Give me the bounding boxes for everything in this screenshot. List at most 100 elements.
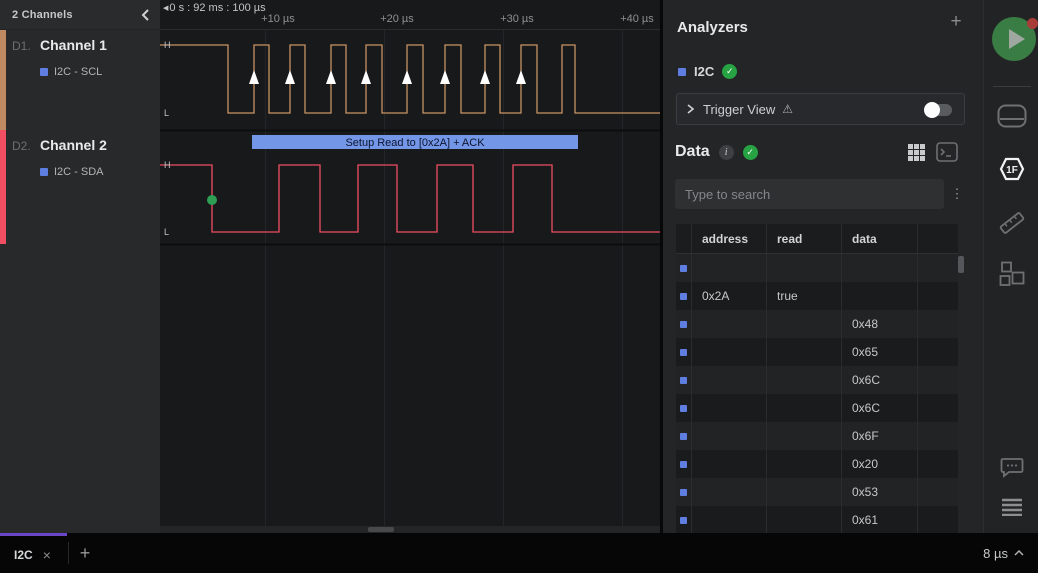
add-analyzer-button[interactable]: + [946,12,966,32]
hex-format-1f-icon: 1F [999,157,1024,181]
trigger-view-row[interactable]: Trigger View ⚠ [676,93,965,125]
search-options-menu[interactable]: ⋮ [950,184,964,204]
table-row[interactable]: 0x53 [676,478,958,506]
row-marker-cell [676,422,692,450]
cell-read [767,506,842,533]
tab-divider [68,542,69,564]
cursor-arrow-icon: ◀ [163,4,169,12]
horizontal-scrollbar[interactable] [160,526,660,533]
cell-data: 0x61 [842,506,918,533]
table-row[interactable]: 0x6C [676,394,958,422]
clock-edge-marker-icon [361,70,371,84]
toggle-knob [924,102,940,118]
info-icon[interactable]: i [718,144,734,160]
chevron-up-icon [1014,550,1024,556]
cell-address [692,310,767,338]
cell-read [767,450,842,478]
channel-row-2[interactable]: D2. Channel 2 I2C - SDA [0,130,160,244]
table-row[interactable]: 0x20 [676,450,958,478]
timeline-ruler[interactable]: ◀ 0 s : 92 ms : 100 µs +10 µs +20 µs +30 µ… [160,0,660,30]
display-radix-button[interactable]: 1F [984,155,1038,183]
table-row[interactable] [676,254,958,282]
header-cell-read[interactable]: read [767,224,842,253]
extensions-button[interactable] [984,261,1038,287]
cell-spacer [918,338,958,366]
cell-address [692,338,767,366]
feedback-button[interactable] [984,457,1038,479]
cell-read: true [767,282,842,310]
main-menu-button[interactable] [984,498,1038,516]
session-tab-bar: I2C × + 8 µs [0,533,1038,573]
cell-address [692,366,767,394]
frame-color-square [680,404,687,412]
cell-read [767,310,842,338]
cell-address [692,506,767,533]
cell-data: 0x65 [842,338,918,366]
terminal-view-button[interactable] [936,142,958,162]
row-marker-cell [676,338,692,366]
device-button[interactable] [984,104,1038,128]
cell-data [842,254,918,282]
search-input[interactable] [675,179,944,209]
analyzer-item-i2c[interactable]: I2C ✓ [678,64,738,79]
horizontal-scrollbar-thumb[interactable] [368,527,394,532]
trigger-view-toggle[interactable] [924,102,952,118]
waveform-viewport[interactable]: Setup Read to [0x2A] + ACK H L H L [160,30,660,526]
start-condition-dot [207,195,217,205]
table-view-button[interactable] [907,143,926,162]
chevron-left-icon [141,8,149,21]
table-row[interactable]: 0x6F [676,422,958,450]
analyzers-panel: Analyzers + I2C ✓ Trigger View ⚠ Data i … [663,0,983,533]
measure-ruler-icon [999,212,1024,234]
cell-address [692,254,767,282]
toolbar-divider [993,86,1031,87]
frame-color-square [680,516,687,524]
table-row[interactable]: 0x48 [676,310,958,338]
header-cell-data[interactable]: data [842,224,918,253]
table-row[interactable]: 0x65 [676,338,958,366]
cell-address [692,422,767,450]
svg-text:1F: 1F [1006,165,1018,176]
row-marker-cell [676,450,692,478]
cell-spacer [918,506,958,533]
timeline-cursor-label: ◀ 0 s : 92 ms : 100 µs [163,2,266,14]
table-scrollbar-thumb[interactable] [958,256,964,273]
timeline-zoom-control[interactable]: 8 µs [983,533,1024,573]
right-toolbar: 1F [983,0,1038,533]
analyzer-color-square [40,168,48,176]
channel-row-1[interactable]: D1. Channel 1 I2C - SCL [0,30,160,130]
play-capture-button[interactable] [992,17,1038,61]
close-tab-button[interactable]: × [43,548,51,562]
device-icon [997,104,1026,128]
channel-1-analyzer[interactable]: I2C - SCL [40,66,102,78]
new-session-button[interactable]: + [75,542,95,564]
frame-color-square [680,460,687,468]
cell-read [767,478,842,506]
cell-data [842,282,918,310]
channels-count-label: 2 Channels [12,8,73,21]
collapse-sidebar-button[interactable] [141,8,150,21]
frame-color-square [680,320,687,328]
row-marker-cell [676,282,692,310]
extensions-icon [999,261,1024,286]
clock-edge-marker-icon [326,70,336,84]
analyzer-color-square [678,67,686,76]
table-row[interactable]: 0x2A true [676,282,958,310]
i2c-annotation-text: Setup Read to [0x2A] + ACK [345,137,485,149]
table-row[interactable]: 0x6C [676,366,958,394]
channel-2-name: Channel 2 [40,137,107,153]
clock-edge-marker-icon [480,70,490,84]
level-label-l: L [164,108,169,118]
header-cell-address[interactable]: address [692,224,767,253]
cell-address [692,478,767,506]
row-marker-cell [676,310,692,338]
terminal-icon [936,142,958,162]
table-row[interactable]: 0x61 [676,506,958,533]
channel-1-color-bar [0,30,6,130]
channels-header: 2 Channels [0,0,160,30]
channel-2-analyzer[interactable]: I2C - SDA [40,166,104,178]
clock-edge-marker-icon [285,70,295,84]
row-marker-cell [676,478,692,506]
measure-button[interactable] [984,209,1038,237]
session-tab-i2c[interactable]: I2C × [0,533,67,573]
